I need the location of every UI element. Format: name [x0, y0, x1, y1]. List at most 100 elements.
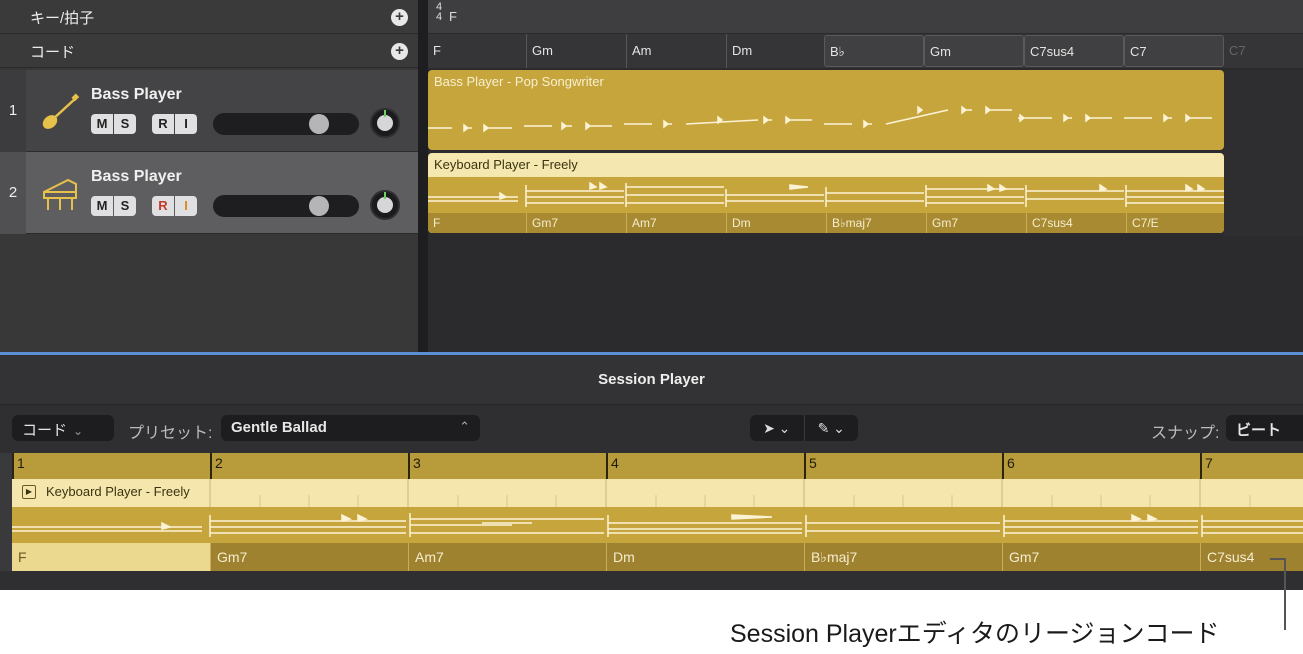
- beat-grid: [209, 479, 1251, 507]
- header-divider[interactable]: [418, 0, 428, 352]
- mute-solo-group: MS: [91, 114, 136, 134]
- fader-knob[interactable]: [309, 196, 329, 216]
- bass-region[interactable]: Bass Player - Pop Songwriter: [428, 70, 1224, 150]
- editor-region[interactable]: ▶ Keyboard Player - Freely F Gm7 Am7 Dm …: [12, 479, 1303, 571]
- key-signature-track-header[interactable]: キー/拍子 +: [0, 0, 418, 34]
- keyboard-notes: [428, 177, 1224, 213]
- chord-cell[interactable]: B♭: [824, 35, 924, 67]
- region-chord[interactable]: Gm7: [526, 213, 558, 233]
- keyboard-region[interactable]: Keyboard Player - Freely F Gm7 Am7 Dm B♭…: [428, 153, 1224, 233]
- region-title: Bass Player - Pop Songwriter: [434, 74, 604, 89]
- region-chord-strip: F Gm7 Am7 Dm B♭maj7 Gm7 C7sus4: [12, 543, 1303, 571]
- input-monitor-button[interactable]: I: [175, 114, 197, 134]
- volume-fader[interactable]: [213, 113, 359, 135]
- snap-value: ビート: [1236, 422, 1282, 439]
- region-chord[interactable]: F: [428, 213, 440, 233]
- chord-cell[interactable]: C7sus4: [1024, 35, 1124, 67]
- record-enable-button[interactable]: R: [152, 114, 174, 134]
- region-chord[interactable]: Am7: [408, 543, 444, 571]
- solo-button[interactable]: S: [114, 114, 136, 134]
- region-chord[interactable]: Dm: [726, 213, 751, 233]
- mute-solo-group: MS: [91, 196, 136, 216]
- chord-cell[interactable]: C7: [1224, 34, 1246, 68]
- preset-popup[interactable]: Gentle Ballad ⌃: [221, 415, 480, 441]
- chord-cell[interactable]: Am: [626, 34, 652, 68]
- bar-number: 5: [804, 453, 817, 479]
- bar-number: 6: [1002, 453, 1015, 479]
- chord-cell[interactable]: Dm: [726, 34, 752, 68]
- add-key-signature-button[interactable]: +: [391, 9, 408, 26]
- mode-label: コード: [22, 422, 68, 439]
- session-player-editor: Session Player コード ⌄ プリセット: Gentle Ballad…: [0, 355, 1303, 590]
- preset-value: Gentle Ballad: [231, 419, 327, 436]
- track-name: Bass Player: [91, 86, 182, 103]
- region-chord[interactable]: Gm7: [210, 543, 247, 571]
- tracks-area: キー/拍子 + コード + 1 Bass Player MS RI 2 Bass…: [0, 0, 1303, 352]
- bar-number: 7: [1200, 453, 1213, 479]
- region-chord[interactable]: C7sus4: [1026, 213, 1073, 233]
- add-chord-button[interactable]: +: [391, 43, 408, 60]
- pan-knob[interactable]: [370, 190, 400, 220]
- bar-number: 4: [606, 453, 619, 479]
- pointer-tool-icon[interactable]: ➤ ⌄: [750, 415, 804, 441]
- region-chord[interactable]: Gm7: [926, 213, 958, 233]
- region-chord[interactable]: Am7: [626, 213, 657, 233]
- chord-cell[interactable]: Gm: [924, 35, 1024, 67]
- region-chord[interactable]: Gm7: [1002, 543, 1039, 571]
- time-signature: 44: [436, 1, 443, 23]
- region-chord-selected[interactable]: F: [12, 543, 210, 571]
- callout-label: Session Playerエディタのリージョンコード: [730, 620, 1220, 648]
- region-chord[interactable]: B♭maj7: [804, 543, 857, 571]
- snap-popup[interactable]: ビート: [1226, 415, 1303, 441]
- region-title: Keyboard Player - Freely: [434, 157, 578, 172]
- mode-popup[interactable]: コード ⌄: [12, 415, 114, 441]
- volume-fader[interactable]: [213, 195, 359, 217]
- key-value: F: [449, 9, 457, 24]
- bar-number: 1: [12, 453, 25, 479]
- track-header-2[interactable]: 2 Bass Player MS RI: [0, 152, 418, 234]
- chord-cell[interactable]: C7: [1124, 35, 1224, 67]
- chord-lane[interactable]: F Gm Am Dm B♭ Gm C7sus4 C7 C7: [428, 34, 1303, 68]
- region-chord-strip: F Gm7 Am7 Dm B♭maj7 Gm7 C7sus4 C7/E: [428, 213, 1224, 233]
- region-chord[interactable]: C7/E: [1126, 213, 1159, 233]
- editor-notes: [12, 507, 1303, 543]
- input-monitor-button[interactable]: I: [175, 196, 197, 216]
- record-enable-button[interactable]: R: [152, 196, 174, 216]
- snap-label: スナップ:: [1151, 425, 1220, 442]
- key-signature-lane[interactable]: 44 F: [428, 0, 1303, 34]
- empty-lane-area[interactable]: [1224, 70, 1303, 236]
- fader-knob[interactable]: [309, 114, 329, 134]
- pan-knob[interactable]: [370, 108, 400, 138]
- solo-button[interactable]: S: [114, 196, 136, 216]
- up-down-chevron-icon: ⌃: [459, 419, 470, 434]
- chord-cell[interactable]: F: [428, 34, 441, 68]
- editor-ruler[interactable]: 1 2 3 4 5 6 7: [12, 453, 1303, 479]
- bass-notes: [428, 105, 1212, 133]
- record-input-group: RI: [152, 196, 197, 216]
- region-chord[interactable]: Dm: [606, 543, 635, 571]
- editor-footer: [0, 571, 1303, 590]
- track-headers: キー/拍子 + コード + 1 Bass Player MS RI 2 Bass…: [0, 0, 418, 352]
- pencil-tool-icon[interactable]: ✎ ⌄: [803, 415, 859, 441]
- chord-track-header[interactable]: コード +: [0, 34, 418, 68]
- record-input-group: RI: [152, 114, 197, 134]
- key-signature-label: キー/拍子: [30, 10, 95, 27]
- track-name: Bass Player: [91, 168, 182, 185]
- region-chord[interactable]: B♭maj7: [826, 213, 872, 233]
- bass-guitar-icon: [42, 93, 80, 129]
- bar-number: 2: [210, 453, 223, 479]
- track-lanes: 44 F F Gm Am Dm B♭ Gm C7sus4 C7 C7 Bass …: [428, 0, 1303, 352]
- track-number: 2: [0, 152, 26, 234]
- editor-gutter: [0, 453, 12, 571]
- mute-button[interactable]: M: [91, 196, 113, 216]
- editor-region-header: ▶ Keyboard Player - Freely: [12, 479, 1303, 507]
- piano-icon: [43, 178, 77, 210]
- bar-number: 3: [408, 453, 421, 479]
- track-header-1[interactable]: 1 Bass Player MS RI: [0, 70, 418, 152]
- chord-cell[interactable]: Gm: [526, 34, 553, 68]
- editor-title-bar: Session Player: [0, 355, 1303, 405]
- mute-button[interactable]: M: [91, 114, 113, 134]
- region-chord[interactable]: C7sus4: [1200, 543, 1254, 571]
- chevron-down-icon: ⌄: [73, 424, 84, 438]
- preset-label: プリセット:: [128, 425, 213, 442]
